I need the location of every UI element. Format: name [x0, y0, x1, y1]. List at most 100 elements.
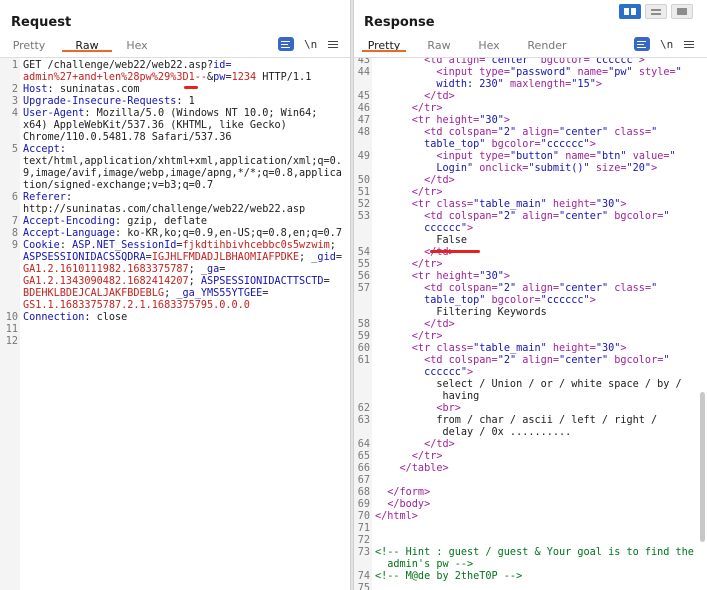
line-number — [0, 132, 20, 144]
code-token: align — [522, 211, 553, 222]
line-number: 61 — [357, 355, 370, 366]
request-tab-pretty[interactable]: Pretty — [8, 35, 50, 52]
line-number: 9 — [11, 240, 18, 251]
code-line: having — [354, 391, 707, 403]
line-number: 66 — [357, 463, 370, 474]
code-token: admin%27+and+len%28pw%29%3D1-- — [23, 72, 208, 83]
code-text: <td colspan="2" align="center" class=" — [372, 283, 657, 295]
code-text: having — [372, 391, 479, 403]
response-editor[interactable]: 43 <td align="center" bgcolor="cccccc"> 4… — [354, 58, 707, 590]
code-token: "table_main" — [473, 343, 547, 354]
code-token: " — [651, 283, 658, 294]
code-token: align — [522, 355, 553, 366]
line-number: 58 — [357, 319, 370, 330]
line-number: 57 — [357, 283, 370, 294]
layout-stacked-icon[interactable] — [645, 4, 667, 19]
code-text: Accept-Language: ko-KR,ko;q=0.9,en-US;q=… — [20, 228, 342, 240]
code-text: <td colspan="2" align="center" bgcolor=" — [372, 355, 669, 367]
code-line: ASPSESSIONIDACSSQDRA = IGJHLFMDADJLBHAOMIA… — [0, 252, 350, 264]
code-line: 10 Connection: close — [0, 312, 350, 324]
code-token: ; — [188, 264, 201, 275]
code-line: 67 — [354, 475, 707, 487]
code-line: GA1.2.1343090482.1682414207; ASPSESSIONI… — [0, 276, 350, 288]
line-number — [354, 427, 372, 439]
code-text: </td> — [372, 439, 455, 451]
response-tab-hex[interactable]: Hex — [474, 35, 504, 52]
menu-icon[interactable] — [684, 40, 694, 48]
code-token: name — [565, 151, 590, 162]
code-token: ; — [164, 288, 177, 299]
code-text: <tr class="table_main" height="30"> — [372, 199, 627, 211]
code-text: admin%27+and+len%28pw%29%3D1--&pw=1234 H… — [20, 72, 311, 84]
code-text: delay / 0x .......... — [372, 427, 571, 439]
line-number: 56 — [357, 271, 370, 282]
code-token: </tr> — [375, 451, 443, 462]
code-text: <td align="center" bgcolor="cccccc"> — [372, 58, 645, 67]
code-token: : suninatas.com — [47, 84, 140, 95]
code-token: > — [651, 163, 658, 174]
line-number — [354, 79, 372, 91]
code-text: <input type="button" name="btn" value=" — [372, 151, 675, 163]
request-tab-hex[interactable]: Hex — [121, 35, 153, 52]
response-tab-render[interactable]: Render — [524, 35, 570, 52]
code-token: </td> — [375, 91, 455, 102]
menu-icon[interactable] — [328, 40, 338, 48]
code-text: <td colspan="2" align="center" bgcolor=" — [372, 211, 669, 223]
code-token: > — [589, 295, 596, 306]
code-token: "20" — [626, 163, 652, 174]
code-text: select / Union / or / white space / by / — [372, 379, 681, 391]
request-editor[interactable]: 1 GET /challenge/web22/web22.asp?id= admin… — [0, 58, 350, 590]
code-token: </form> — [375, 487, 431, 498]
code-text: </tr> — [372, 331, 443, 343]
code-text: width: 230" maxlength="15"> — [372, 79, 602, 91]
line-number: 70 — [357, 511, 370, 522]
code-line: 9 Cookie: ASP.NET_SessionId=fjkdtihbivhce… — [0, 240, 350, 252]
request-tab-raw[interactable]: Raw — [62, 35, 112, 52]
code-line: 3 Upgrade-Insecure-Requests: 1 — [0, 96, 350, 108]
code-line: 45 </td> — [354, 91, 707, 103]
line-number: 48 — [357, 127, 370, 138]
code-token: ASPSESSIONIDACTTSCTD — [200, 276, 324, 287]
code-text: cccccc"> — [372, 367, 473, 379]
response-pane: Response Pretty Raw Hex Render \n 43 <td… — [354, 0, 707, 590]
code-token: text/html,application/xhtml+xml,applicat… — [23, 156, 342, 167]
layout-side-by-side-icon[interactable] — [619, 4, 641, 19]
code-token: : close — [84, 312, 128, 323]
code-token: name — [577, 67, 602, 78]
layout-single-icon[interactable] — [671, 4, 693, 19]
line-number: 63 — [357, 415, 370, 426]
code-line: tion/signed-exchange;v=b3;q=0.7 — [0, 180, 350, 192]
code-token: </body> — [375, 499, 431, 510]
response-tab-pretty[interactable]: Pretty — [362, 35, 406, 52]
response-scrollbar[interactable] — [700, 392, 705, 542]
response-title: Response — [364, 15, 435, 30]
code-token: > — [467, 367, 474, 378]
code-token: _ga — [200, 264, 220, 275]
code-token: <tr — [375, 115, 437, 126]
code-token: IGJHLFMDADJLBHAOMIAFPDKE — [151, 252, 300, 263]
code-token: align — [448, 58, 480, 66]
newline-toggle-icon[interactable]: \n — [304, 38, 318, 51]
code-token: = — [219, 264, 226, 275]
code-token: fjkdtihbivhcebbc0s5wzwim — [182, 240, 330, 251]
line-number: 43 — [357, 58, 370, 66]
code-text: Cookie: ASP.NET_SessionId=fjkdtihbivhceb… — [20, 240, 336, 252]
code-token: BDEHKLBDEJCALJAKFBDEBLG — [23, 288, 165, 299]
pretty-print-icon[interactable] — [278, 37, 294, 51]
code-token: > — [620, 343, 627, 354]
code-token: "cccccc" — [589, 58, 639, 66]
code-line: 54 </td> — [354, 247, 707, 259]
code-text: </body> — [372, 499, 430, 511]
pretty-print-icon[interactable] — [634, 37, 650, 51]
line-number — [0, 300, 20, 312]
code-token: colspan — [448, 127, 492, 138]
response-tab-raw[interactable]: Raw — [424, 35, 454, 52]
code-text: Connection: close — [20, 312, 127, 324]
code-token: bgcolor — [614, 355, 658, 366]
code-text: </tr> — [372, 451, 443, 463]
code-line: 57 <td colspan="2" align="center" class=… — [354, 283, 707, 295]
red-underline-annotation — [184, 86, 198, 89]
newline-toggle-icon[interactable]: \n — [660, 38, 674, 51]
line-number: 11 — [5, 324, 18, 335]
